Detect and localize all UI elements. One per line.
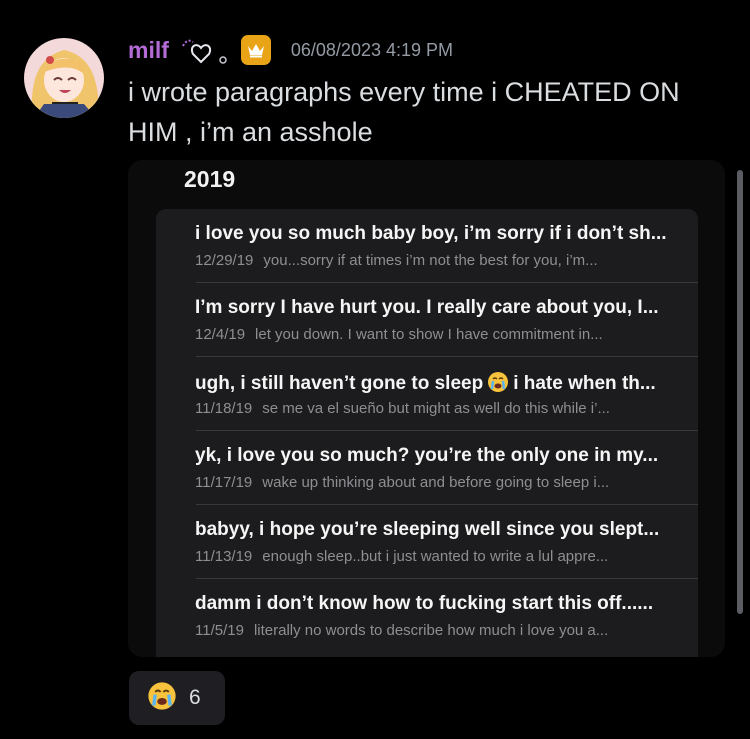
scrollbar[interactable] [737,170,743,614]
note-title: i love you so much baby boy, i’m sorry i… [195,223,667,244]
username[interactable]: milf [128,37,169,64]
note-subtitle: 12/29/19 you...sorry if at times i’m not … [195,252,685,269]
message-header: milf 06/08/2023 4:19 PM [128,34,453,66]
note-subtitle: 12/4/19 let you down. I want to show I ha… [195,326,685,343]
note-date: 11/17/19 [195,474,253,491]
note-subtitle: 11/13/19 enough sleep..but i just wanted … [195,548,685,565]
message-text: i wrote paragraphs every time i CHEATED … [128,77,680,147]
notes-list: i love you so much baby boy, i’m sorry i… [156,209,698,657]
crown-icon [240,35,271,65]
note-subtitle: 11/18/19 se me va el sueño but might as w… [195,400,685,417]
note-title: damm i don’t know how to fucking start t… [195,593,654,614]
note-subtitle: 11/17/19 wake up thinking about and befor… [195,474,685,491]
note-preview: let you down. I want to show I have comm… [255,326,603,343]
note-row: ugh, i still haven’t gone to sleep i hate… [156,357,698,431]
note-date: 11/13/19 [195,548,253,565]
notes-screenshot-attachment[interactable]: 2019 i love you so much baby boy, i’m so… [128,160,725,657]
reaction-count: 6 [189,686,201,709]
note-preview: you...sorry if at times i’m not the best… [263,252,598,269]
note-preview: enough sleep..but i just wanted to write… [262,548,609,565]
note-preview: wake up thinking about and before going … [262,474,610,491]
note-row: damm i don’t know how to fucking start t… [156,579,698,653]
note-row: babyy, i hope you’re sleeping well since… [156,505,698,579]
note-date: 11/18/19 [195,400,253,417]
note-preview: se me va el sueño but might as well do t… [262,400,610,417]
note-row: I’m sorry I have hurt you. I really care… [156,283,698,357]
notes-year-heading: 2019 [184,166,236,192]
heart-deco-icon [179,34,233,66]
note-date: 12/29/19 [195,252,254,269]
note-date: 12/4/19 [195,326,246,343]
note-preview: literally no words to describe how much … [253,622,609,639]
note-title: yk, i love you so much? you’re the only … [195,445,659,466]
note-row: i love you so much baby boy, i’m sorry i… [156,209,698,283]
crying-face-icon [147,681,177,716]
crying-face-icon [487,371,509,399]
note-title: babyy, i hope you’re sleeping well since… [195,519,660,540]
note-date: 11/5/19 [195,622,244,639]
message-timestamp: 06/08/2023 4:19 PM [290,39,454,60]
note-title-part: i hate when th... [513,373,656,394]
note-subtitle: 11/5/19 literally no words to describe ho… [195,622,685,639]
note-title-part: ugh, i still haven’t gone to sleep [195,373,484,394]
note-row: yk, i love you so much? you’re the only … [156,431,698,505]
avatar[interactable] [24,38,104,118]
reaction-button[interactable]: 6 [129,671,225,725]
note-title: ugh, i still haven’t gone to sleep i hate… [195,371,685,399]
note-title: I’m sorry I have hurt you. I really care… [195,297,659,318]
